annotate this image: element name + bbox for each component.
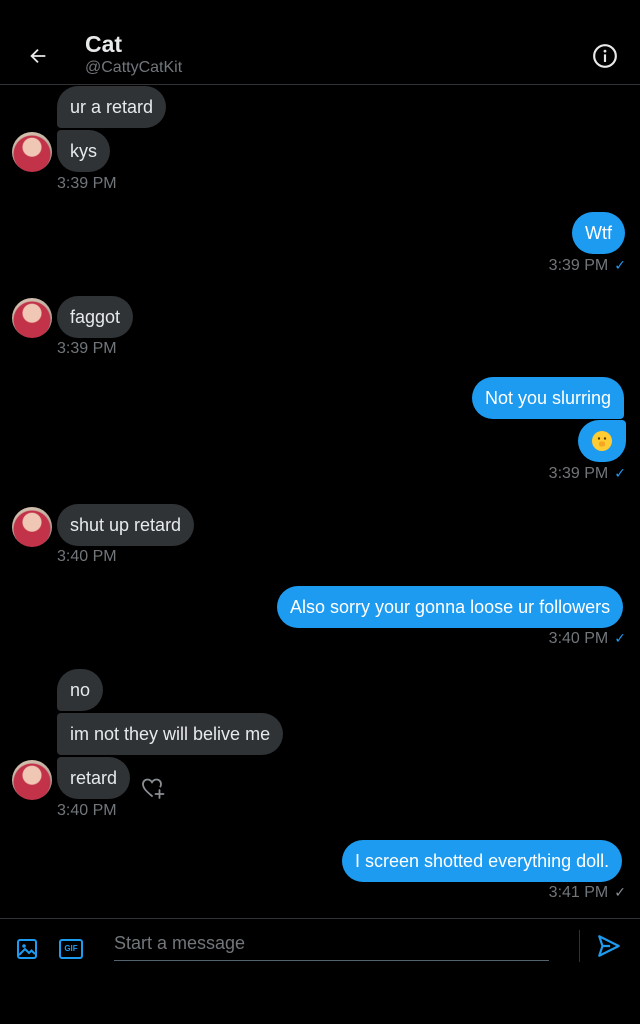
incoming-message[interactable]: ur a retard: [57, 86, 167, 128]
conversation-info-button[interactable]: [590, 41, 620, 71]
send-icon: [598, 935, 620, 957]
message-composer: GIF Start a message: [0, 918, 640, 1024]
arrow-left-icon: [30, 48, 46, 64]
delivered-check-icon: ✓: [614, 465, 626, 481]
message-timestamp: 3:41 PM: [548, 884, 609, 901]
heart-plus-icon: [142, 778, 165, 799]
outgoing-emoji-message[interactable]: [578, 420, 626, 462]
image-icon: [17, 939, 37, 959]
incoming-message[interactable]: kys: [57, 130, 110, 172]
send-button[interactable]: [596, 933, 624, 961]
composer-divider: [579, 930, 580, 962]
outgoing-message[interactable]: Also sorry your gonna loose ur followers: [277, 586, 624, 628]
outgoing-message[interactable]: Wtf: [572, 212, 625, 254]
message-timestamp: 3:39 PM: [57, 340, 117, 357]
message-timestamp: 3:40 PM: [57, 548, 117, 565]
outgoing-message[interactable]: Not you slurring: [472, 377, 625, 419]
message-timestamp: 3:39 PM: [548, 465, 609, 482]
incoming-message[interactable]: im not they will belive me: [57, 713, 284, 755]
message-timestamp: 3:40 PM: [548, 630, 609, 647]
contact-name: Cat: [85, 31, 123, 57]
contact-handle: @CattyCatKit: [85, 59, 183, 76]
sent-check-icon: ✓: [614, 884, 626, 900]
message-timestamp-row: 3:39 PM ✓: [549, 257, 626, 275]
incoming-message[interactable]: no: [57, 669, 104, 711]
delivered-check-icon: ✓: [614, 257, 626, 273]
avatar[interactable]: [12, 507, 52, 547]
avatar[interactable]: [12, 760, 52, 800]
conversation-title[interactable]: Cat @CattyCatKit: [85, 31, 182, 79]
message-timestamp-row: 3:40 PM ✓: [549, 630, 626, 648]
message-timestamp: 3:39 PM: [57, 175, 117, 192]
avatar[interactable]: [12, 132, 52, 172]
message-timestamp: 3:40 PM: [57, 802, 117, 819]
info-icon: [593, 44, 617, 68]
message-timestamp-row: 3:41 PM ✓: [549, 884, 626, 902]
face-emoji-icon: [592, 431, 612, 452]
outgoing-message[interactable]: I screen shotted everything doll.: [342, 840, 623, 882]
incoming-message[interactable]: faggot: [57, 296, 134, 338]
add-media-button[interactable]: [13, 935, 41, 963]
message-timestamp: 3:39 PM: [548, 257, 609, 274]
message-input[interactable]: Start a message: [114, 927, 549, 961]
avatar[interactable]: [12, 298, 52, 338]
incoming-message[interactable]: retard: [57, 757, 131, 799]
gif-icon: GIF: [59, 939, 83, 959]
message-timestamp-row: 3:39 PM ✓: [549, 465, 626, 483]
back-button[interactable]: [18, 36, 58, 76]
add-reaction-button[interactable]: [140, 774, 168, 802]
delivered-check-icon: ✓: [614, 630, 626, 646]
conversation-header: Cat @CattyCatKit: [0, 0, 640, 85]
incoming-message[interactable]: shut up retard: [57, 504, 195, 546]
add-gif-button[interactable]: GIF: [57, 935, 85, 963]
